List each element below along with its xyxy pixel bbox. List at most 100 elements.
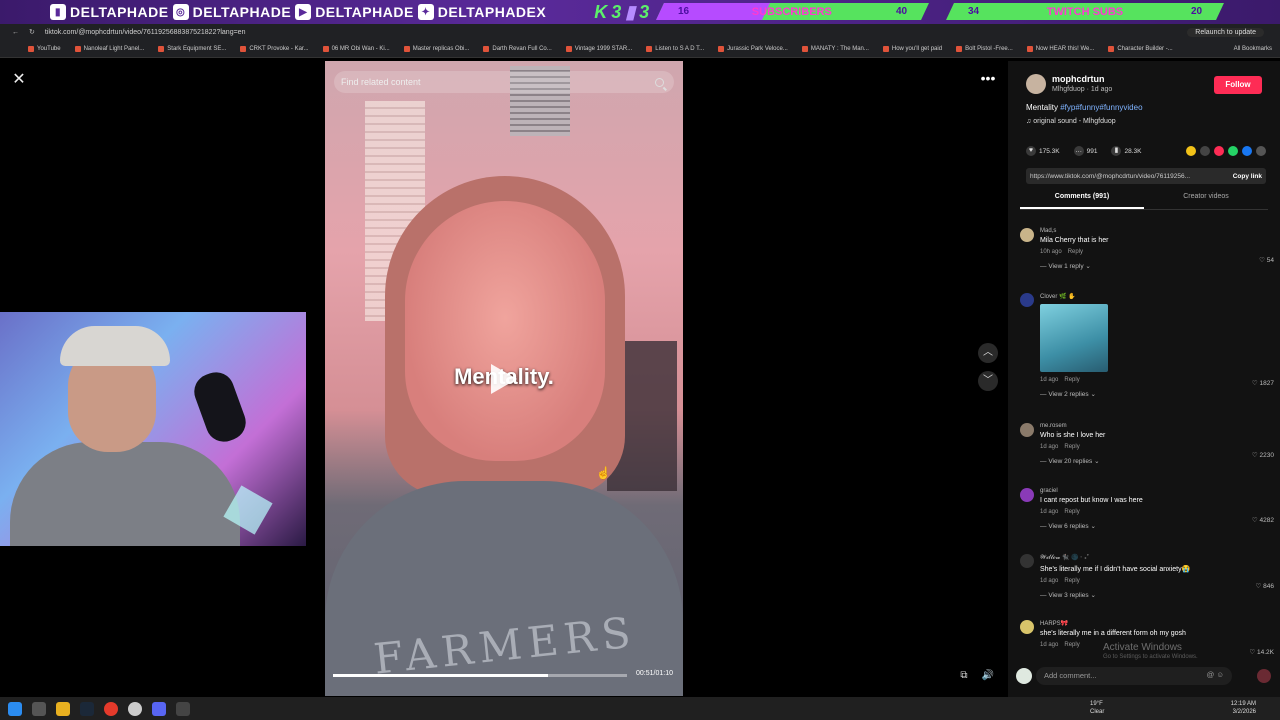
commenter-name[interactable]: HARPS🎀 [1040,620,1276,627]
commenter-avatar[interactable] [1020,554,1034,568]
bookmark-item[interactable]: MANATY : The Man... [801,45,869,52]
related-search-input[interactable]: Find related content [334,71,674,93]
commenter-name[interactable]: me.rosem [1040,423,1276,429]
repost-icon[interactable] [1186,146,1196,156]
author-name[interactable]: mophcdrtun [1052,74,1112,84]
all-bookmarks-button[interactable]: All Bookmarks [1234,46,1272,52]
like-stat[interactable]: ♥ 175.3K [1026,146,1060,156]
more-options-icon[interactable]: ••• [978,71,998,88]
url-text[interactable]: tiktok.com/@mophcdrtun/video/76119256883… [45,29,246,36]
send-comment-icon[interactable] [1257,669,1271,683]
file-explorer-icon[interactable] [56,701,70,716]
obs-icon[interactable] [128,701,142,716]
facebook-icon[interactable] [1242,146,1252,156]
share-arrow-icon[interactable] [1256,146,1266,156]
comment-likes[interactable]: ♡ 4282 [1252,516,1274,524]
close-icon[interactable]: ✕ [9,70,29,90]
bookmark-icon[interactable]: ▮ [1111,146,1122,156]
discord-icon[interactable] [152,701,166,716]
commenter-avatar[interactable] [1020,488,1034,502]
steam-icon[interactable] [80,701,94,716]
commenter-name[interactable]: Mad,s [1040,228,1276,234]
heart-outline-icon[interactable]: ♡ [1252,452,1260,459]
bookmark-item[interactable]: CRKT Provoke - Kar... [240,45,309,52]
bookmark-item[interactable]: YouTube [28,45,61,52]
comment-stat[interactable]: … 991 [1073,146,1097,156]
task-view-icon[interactable] [32,701,46,716]
windows-start-icon[interactable] [8,701,22,716]
view-replies-button[interactable]: — View 20 replies ⌄ [1040,457,1276,465]
share-link-text[interactable]: https://www.tiktok.com/@mophcdrtun/video… [1030,173,1190,180]
back-icon[interactable]: ← [12,29,19,36]
address-bar[interactable]: ← ↻ tiktok.com/@mophcdrtun/video/7611925… [0,24,1280,40]
whatsapp-icon[interactable] [1228,146,1238,156]
bookmark-item[interactable]: Master replicas Obi... [403,45,469,52]
app-icon[interactable] [176,701,190,716]
comment-likes[interactable]: ♡ 2230 [1252,451,1274,459]
view-replies-button[interactable]: — View 2 replies ⌄ [1040,390,1276,398]
bookmark-item[interactable]: Jurassic Park Veloce... [718,45,788,52]
reply-button[interactable]: Reply [1064,444,1079,450]
comment-likes[interactable]: ♡ 846 [1256,582,1275,590]
heart-outline-icon[interactable]: ♡ [1259,257,1267,264]
search-icon[interactable] [655,77,664,87]
video-progress-bar[interactable] [333,674,627,677]
bookmark-item[interactable]: How you'll get paid [882,45,942,52]
reply-button[interactable]: Reply [1064,509,1079,515]
view-replies-button[interactable]: — View 1 reply ⌄ [1040,262,1276,270]
bookmark-item[interactable]: Darth Revan Full Co... [483,45,552,52]
system-clock[interactable]: 12:19 AM 3/2/2026 [1231,700,1256,716]
commenter-name[interactable]: Clover 🌿 ✋ [1040,293,1276,300]
chrome-icon[interactable] [104,701,118,716]
weather-widget[interactable]: 19°F Clear [1090,700,1104,716]
view-replies-button[interactable]: — View 6 replies ⌄ [1040,522,1276,530]
heart-outline-icon[interactable]: ♡ [1252,517,1260,524]
save-stat[interactable]: ▮ 28.3K [1111,146,1141,156]
comment-likes[interactable]: ♡ 14.2K [1249,648,1274,656]
bookmark-item[interactable]: Stark Equipment SE... [158,45,226,52]
bookmark-item[interactable]: Vintage 1999 STAR... [565,45,632,52]
reply-button[interactable]: Reply [1064,642,1079,648]
author-info[interactable]: mophcdrtun Mlhgfduop · 1d ago [1026,74,1112,94]
heart-outline-icon[interactable]: ♡ [1256,583,1264,590]
relaunch-button[interactable]: Relaunch to update [1187,27,1264,37]
bookmark-item[interactable]: Character Builder -... [1108,45,1173,52]
reply-button[interactable]: Reply [1068,249,1083,255]
reply-button[interactable]: Reply [1064,377,1079,383]
heart-icon[interactable]: ♥ [1026,146,1036,156]
send-icon[interactable] [1214,146,1224,156]
commenter-avatar[interactable] [1020,423,1034,437]
bookmark-item[interactable]: Nanoleaf Light Panel... [74,45,144,52]
follow-button[interactable]: Follow [1214,76,1262,94]
commenter-name[interactable]: 𝓦𝓲𝓵𝓵𝓸𝔀 🐈‍⬛ 🌑 ‧ ₊˚ [1040,554,1276,562]
bookmark-item[interactable]: Bolt Pistol -Free... [956,45,1013,52]
comment-icon[interactable]: … [1073,146,1084,156]
commenter-avatar[interactable] [1020,293,1034,307]
previous-video-icon[interactable]: ︿ [978,343,998,363]
comment-likes[interactable]: ♡ 54 [1259,256,1274,264]
tab-creator-videos[interactable]: Creator videos [1144,193,1268,209]
bookmark-item[interactable]: 06 MR Obi Wan - Ki... [322,45,390,52]
play-icon[interactable] [491,364,517,394]
commenter-name[interactable]: graciel [1040,488,1276,494]
bookmark-item[interactable]: Listen to S A D T... [646,45,704,52]
reload-icon[interactable]: ↻ [29,28,35,36]
volume-icon[interactable]: 🔊 [980,668,996,684]
copy-link-button[interactable]: Copy link [1233,173,1262,180]
heart-outline-icon[interactable]: ♡ [1252,380,1260,387]
view-replies-button[interactable]: — View 3 replies ⌄ [1040,591,1276,599]
author-avatar[interactable] [1026,74,1046,94]
embed-icon[interactable] [1200,146,1210,156]
add-comment-input[interactable]: Add comment... @ ☺ [1036,667,1232,685]
commenter-avatar[interactable] [1020,228,1034,242]
bookmark-item[interactable]: Now HEAR this! We... [1026,45,1094,52]
post-hashtags[interactable]: #fyp#funny#funnyvideo [1060,103,1142,112]
comment-image[interactable] [1040,304,1108,372]
pip-icon[interactable]: ⧉ [956,668,972,684]
next-video-icon[interactable]: ﹀ [978,371,998,391]
comment-likes[interactable]: ♡ 1827 [1252,379,1274,387]
tab-comments[interactable]: Comments (991) [1020,193,1144,209]
heart-outline-icon[interactable]: ♡ [1249,649,1257,656]
commenter-avatar[interactable] [1020,620,1034,634]
post-sound[interactable]: ♫ original sound - Mlhgfduop [1026,118,1116,125]
